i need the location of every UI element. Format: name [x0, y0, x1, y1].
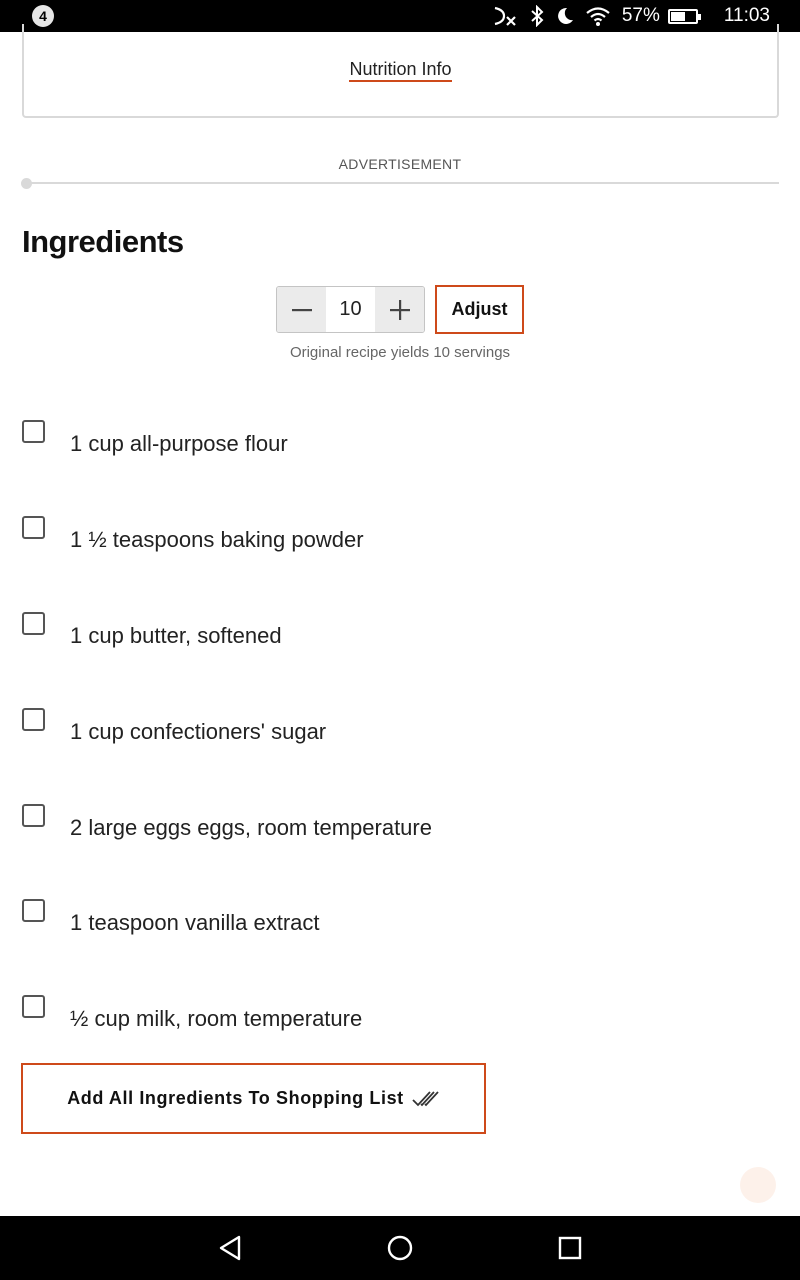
list-item[interactable]: 2 large eggs eggs, room temperature [22, 803, 762, 843]
shopping-list-button-label: Add All Ingredients To Shopping List [67, 1088, 404, 1108]
back-button[interactable] [214, 1232, 246, 1264]
home-button[interactable] [384, 1232, 416, 1264]
recents-icon [558, 1236, 582, 1260]
servings-stepper: 10 [276, 286, 425, 333]
advertisement-label: ADVERTISEMENT [338, 156, 462, 172]
increment-button[interactable] [375, 287, 424, 332]
plus-icon [389, 299, 410, 320]
back-icon [219, 1235, 241, 1261]
minus-icon [291, 308, 312, 311]
ingredient-checkbox[interactable] [22, 612, 45, 635]
ingredient-checkbox[interactable] [22, 420, 45, 443]
ingredient-text: 2 large eggs eggs, room temperature [70, 815, 432, 840]
yield-note: Original recipe yields 10 servings [289, 344, 511, 361]
advertisement-divider [27, 182, 779, 184]
ingredient-checkbox[interactable] [22, 995, 45, 1018]
list-item[interactable]: 1 ½ teaspoons baking powder [22, 515, 762, 555]
list-item[interactable]: 1 cup confectioners' sugar [22, 707, 762, 747]
floating-button[interactable] [740, 1167, 776, 1203]
ingredient-text: 1 cup butter, softened [70, 623, 282, 648]
ingredient-text: 1 teaspoon vanilla extract [70, 910, 320, 935]
add-to-shopping-list-button[interactable]: Add All Ingredients To Shopping List [21, 1063, 486, 1134]
list-item[interactable]: 1 teaspoon vanilla extract [22, 898, 762, 938]
do-not-disturb-icon [556, 6, 574, 26]
ingredient-checkbox[interactable] [22, 804, 45, 827]
ingredient-text: 1 ½ teaspoons baking powder [70, 527, 364, 552]
ingredient-checkbox[interactable] [22, 899, 45, 922]
navigation-bar [0, 1216, 800, 1280]
double-check-icon [412, 1090, 439, 1106]
list-item[interactable]: 1 cup butter, softened [22, 611, 762, 651]
ingredient-text: 1 cup all-purpose flour [70, 431, 288, 456]
ingredient-text: ½ cup milk, room temperature [70, 1006, 363, 1031]
wifi-icon [586, 6, 610, 26]
list-item[interactable]: ½ cup milk, room temperature [22, 994, 762, 1034]
nutrition-info-link[interactable]: Nutrition Info [349, 59, 452, 82]
adjust-button[interactable]: Adjust [435, 285, 524, 334]
list-item[interactable]: 1 cup all-purpose flour [22, 419, 762, 459]
recents-button[interactable] [554, 1232, 586, 1264]
battery-icon [667, 8, 701, 24]
ingredient-checkbox[interactable] [22, 516, 45, 539]
section-title: Ingredients [22, 224, 184, 259]
nutrition-card: Nutrition Info [22, 24, 779, 118]
servings-input[interactable]: 10 [326, 287, 375, 332]
home-icon [387, 1235, 413, 1261]
decrement-button[interactable] [277, 287, 326, 332]
ingredient-checkbox[interactable] [22, 708, 45, 731]
ingredient-text: 1 cup confectioners' sugar [70, 719, 327, 744]
